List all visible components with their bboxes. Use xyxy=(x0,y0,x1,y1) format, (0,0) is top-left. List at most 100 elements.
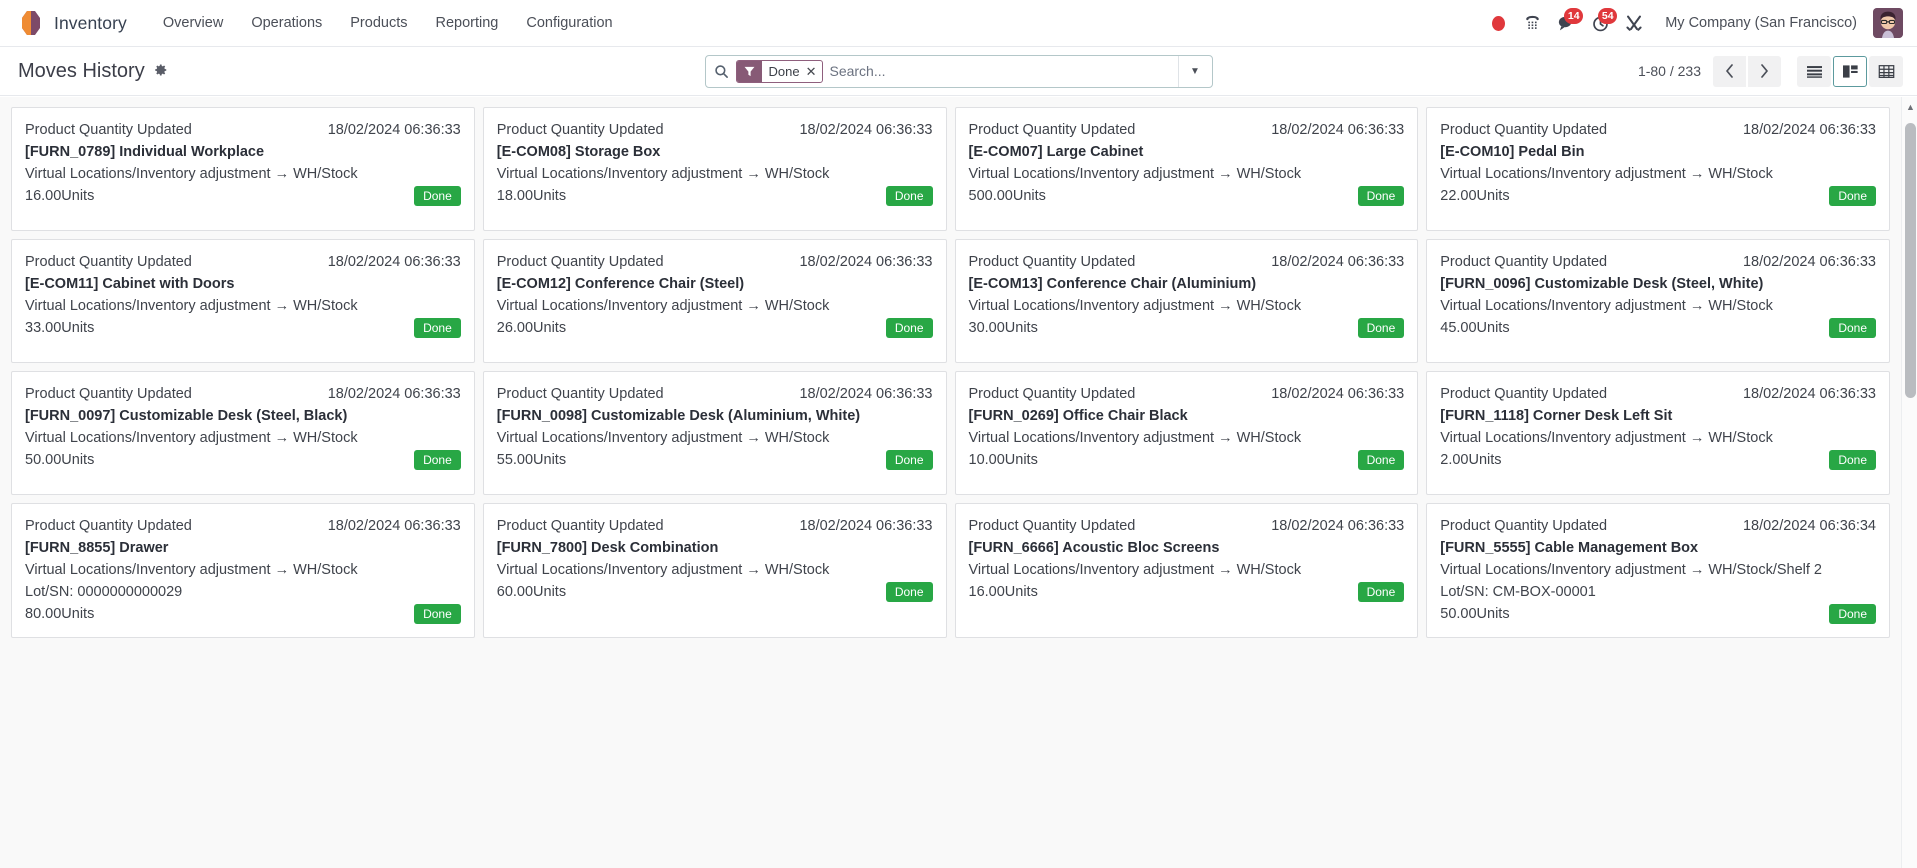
card-footer: 18.00Units Done xyxy=(497,185,933,207)
nav-item-operations[interactable]: Operations xyxy=(237,8,336,38)
vertical-scrollbar[interactable]: ▲ xyxy=(1901,97,1917,868)
card-route: Virtual Locations/Inventory adjustment →… xyxy=(496,562,830,579)
kanban-card[interactable]: Product Quantity Updated 18/02/2024 06:36… xyxy=(1426,107,1890,231)
card-move-type: Product Quantity Updated xyxy=(968,122,1136,138)
card-footer: 60.00Units Done xyxy=(497,581,933,603)
card-product-name: [E-COM13] Conference Chair (Aluminium) xyxy=(968,276,1257,293)
card-header: Product Quantity Updated 18/02/2024 06:36… xyxy=(25,119,461,141)
card-move-type: Product Quantity Updated xyxy=(968,254,1136,270)
card-move-type: Product Quantity Updated xyxy=(25,518,192,534)
gear-icon[interactable] xyxy=(154,63,168,79)
card-header: Product Quantity Updated 18/02/2024 06:36… xyxy=(969,119,1405,141)
page-title: Moves History xyxy=(18,59,145,82)
wrench-icon[interactable] xyxy=(1617,6,1651,40)
search-input[interactable] xyxy=(829,55,1178,87)
kanban-card[interactable]: Product Quantity Updated 18/02/2024 06:36… xyxy=(482,107,947,231)
card-product-name: [FURN_5555] Cable Management Box xyxy=(1440,540,1699,557)
kanban-card[interactable]: Product Quantity Updated 18/02/2024 06:36… xyxy=(1426,503,1890,639)
nav-menu: Overview Operations Products Reporting C… xyxy=(149,8,627,38)
card-quantity: 500.00Units xyxy=(968,188,1046,205)
previous-page-button[interactable] xyxy=(1713,55,1746,87)
card-route: Virtual Locations/Inventory adjustment →… xyxy=(1440,298,1773,315)
card-product-name: [FURN_0096] Customizable Desk (Steel, Wh… xyxy=(1440,276,1764,293)
card-route: Virtual Locations/Inventory adjustment →… xyxy=(496,430,830,447)
scrollbar-thumb[interactable] xyxy=(1905,123,1916,398)
scroll-up-icon[interactable]: ▲ xyxy=(1905,103,1916,112)
filter-icon xyxy=(736,60,762,82)
card-header: Product Quantity Updated 18/02/2024 06:36… xyxy=(25,251,461,273)
pager-buttons xyxy=(1713,55,1781,87)
next-page-button[interactable] xyxy=(1748,55,1781,87)
card-move-type: Product Quantity Updated xyxy=(968,386,1136,402)
nav-item-reporting[interactable]: Reporting xyxy=(422,8,513,38)
kanban-card[interactable]: Product Quantity Updated 18/02/2024 06:36… xyxy=(954,503,1419,639)
card-date: 18/02/2024 06:36:33 xyxy=(799,518,933,534)
odoo-logo-icon xyxy=(18,9,44,37)
top-navbar: Inventory Overview Operations Products R… xyxy=(0,0,1917,47)
card-quantity: 45.00Units xyxy=(1440,320,1510,337)
nav-item-products[interactable]: Products xyxy=(336,8,421,38)
card-quantity: 16.00Units xyxy=(25,188,95,205)
pivot-view-button[interactable] xyxy=(1869,55,1903,87)
card-route: Virtual Locations/Inventory adjustment →… xyxy=(968,562,1302,579)
card-footer: 16.00Units Done xyxy=(25,185,461,207)
status-badge: Done xyxy=(1829,186,1876,207)
search-facet-done[interactable]: Done ✕ xyxy=(735,59,824,83)
clock-icon[interactable]: 54 xyxy=(1583,6,1618,40)
status-badge: Done xyxy=(1829,318,1876,339)
card-route: Virtual Locations/Inventory adjustment →… xyxy=(25,298,358,315)
card-footer: 33.00Units Done xyxy=(25,317,461,339)
kanban-card[interactable]: Product Quantity Updated 18/02/2024 06:36… xyxy=(482,239,947,363)
card-product-name: [FURN_0098] Customizable Desk (Aluminium… xyxy=(496,408,861,425)
status-badge: Done xyxy=(414,604,461,625)
card-move-type: Product Quantity Updated xyxy=(496,518,664,534)
company-switcher[interactable]: My Company (San Francisco) xyxy=(1651,9,1867,37)
searchbar[interactable]: Done ✕ ▼ xyxy=(704,54,1213,88)
list-view-button[interactable] xyxy=(1797,55,1831,87)
card-date: 18/02/2024 06:36:33 xyxy=(327,518,461,534)
card-footer: 50.00Units Done xyxy=(25,449,461,471)
card-route: Virtual Locations/Inventory adjustment →… xyxy=(1440,166,1773,183)
card-date: 18/02/2024 06:36:33 xyxy=(799,386,933,402)
kanban-card[interactable]: Product Quantity Updated 18/02/2024 06:36… xyxy=(11,371,475,495)
status-badge: Done xyxy=(885,186,933,207)
card-move-type: Product Quantity Updated xyxy=(496,122,664,138)
card-product-name: [E-COM08] Storage Box xyxy=(496,144,661,161)
kanban-card[interactable]: Product Quantity Updated 18/02/2024 06:36… xyxy=(482,371,947,495)
kanban-card[interactable]: Product Quantity Updated 18/02/2024 06:36… xyxy=(11,503,475,639)
card-quantity: 33.00Units xyxy=(25,320,95,337)
card-footer: 500.00Units Done xyxy=(969,185,1405,207)
card-header: Product Quantity Updated 18/02/2024 06:36… xyxy=(1440,383,1876,405)
nav-item-overview[interactable]: Overview xyxy=(149,8,237,38)
status-badge: Done xyxy=(1829,450,1876,471)
status-badge: Done xyxy=(414,450,461,471)
user-avatar[interactable] xyxy=(1873,8,1903,38)
brand[interactable]: Inventory xyxy=(18,9,127,37)
kanban-card[interactable]: Product Quantity Updated 18/02/2024 06:36… xyxy=(11,239,475,363)
card-route: Virtual Locations/Inventory adjustment →… xyxy=(1440,562,1822,579)
kanban-card[interactable]: Product Quantity Updated 18/02/2024 06:36… xyxy=(954,371,1419,495)
chevron-down-icon[interactable]: ▼ xyxy=(1177,55,1212,87)
card-product-name: [FURN_0789] Individual Workplace xyxy=(25,144,265,161)
close-icon[interactable]: ✕ xyxy=(806,65,823,78)
kanban-card[interactable]: Product Quantity Updated 18/02/2024 06:36… xyxy=(954,239,1419,363)
record-dot-icon[interactable] xyxy=(1481,6,1515,40)
card-quantity: 10.00Units xyxy=(968,452,1038,469)
card-date: 18/02/2024 06:36:33 xyxy=(1742,122,1876,138)
card-header: Product Quantity Updated 18/02/2024 06:36… xyxy=(969,515,1405,537)
kanban-view-button[interactable] xyxy=(1833,55,1867,87)
kanban-card[interactable]: Product Quantity Updated 18/02/2024 06:36… xyxy=(1426,239,1890,363)
messages-icon[interactable]: 14 xyxy=(1549,6,1584,40)
card-footer: 10.00Units Done xyxy=(969,449,1405,471)
breadcrumb: Moves History xyxy=(18,60,168,83)
nav-item-configuration[interactable]: Configuration xyxy=(512,8,626,38)
card-quantity: 50.00Units xyxy=(1440,606,1510,623)
card-quantity: 2.00Units xyxy=(1440,452,1502,469)
kanban-card[interactable]: Product Quantity Updated 18/02/2024 06:36… xyxy=(482,503,947,639)
navbar-right: 14 54 My Company (San Francisco) xyxy=(1481,6,1903,40)
card-footer: 22.00Units Done xyxy=(1440,185,1876,207)
phone-icon[interactable] xyxy=(1515,6,1549,40)
kanban-card[interactable]: Product Quantity Updated 18/02/2024 06:36… xyxy=(954,107,1419,231)
kanban-card[interactable]: Product Quantity Updated 18/02/2024 06:36… xyxy=(1426,371,1890,495)
kanban-card[interactable]: Product Quantity Updated 18/02/2024 06:36… xyxy=(11,107,475,231)
